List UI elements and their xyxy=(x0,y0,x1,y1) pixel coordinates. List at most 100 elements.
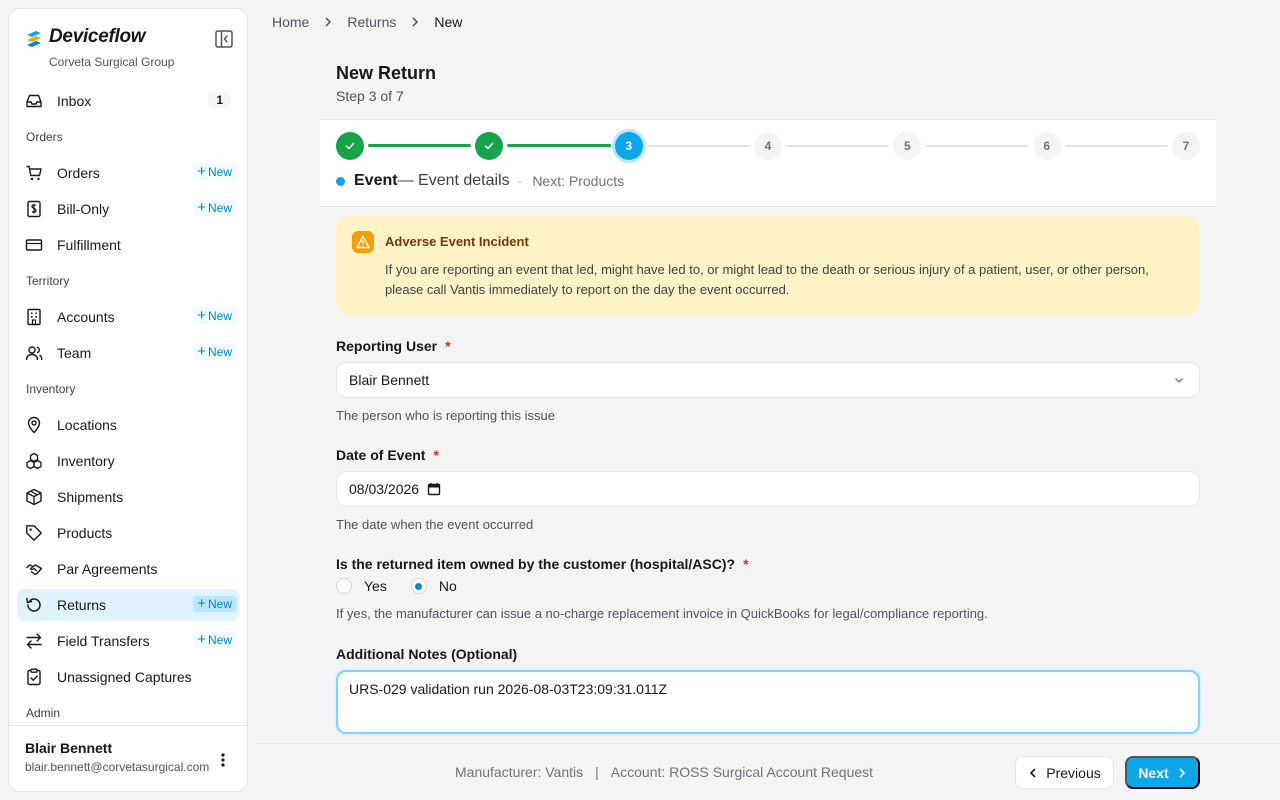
radio-option-yes[interactable]: Yes xyxy=(336,578,387,594)
sidebar-item-label: Accounts xyxy=(57,309,115,325)
new-team-button[interactable]: + New xyxy=(193,344,237,360)
tag-icon xyxy=(25,524,43,542)
sidebar-item-team[interactable]: Team + New xyxy=(17,337,239,369)
step-6: 6 xyxy=(1032,132,1061,160)
new-accounts-button[interactable]: + New xyxy=(193,308,237,324)
nav-section-orders: Orders xyxy=(26,130,63,144)
user-profile[interactable]: Blair Bennett blair.bennett@corvetasurgi… xyxy=(9,725,247,791)
package-icon xyxy=(25,488,43,506)
date-of-event-input[interactable]: 08/03/2026 xyxy=(336,471,1200,507)
new-orders-button[interactable]: + New xyxy=(193,164,237,180)
sidebar-item-fulfillment[interactable]: Fulfillment xyxy=(17,229,239,261)
notes-textarea[interactable]: URS-029 validation run 2026-08-03T23:09:… xyxy=(336,670,1200,734)
footer-divider: | xyxy=(595,764,599,780)
breadcrumb-current: New xyxy=(434,14,463,30)
new-returns-button[interactable]: + New xyxy=(193,596,237,612)
chevron-right-icon xyxy=(1179,767,1185,778)
step-separator: · xyxy=(517,173,523,189)
plus-icon: + xyxy=(197,307,206,324)
chevron-left-icon xyxy=(1030,767,1036,778)
deviceflow-logo-icon xyxy=(27,31,41,47)
breadcrumb-returns[interactable]: Returns xyxy=(347,14,396,30)
step-connector xyxy=(1064,145,1168,147)
sidebar-item-unassigned-captures[interactable]: Unassigned Captures xyxy=(17,661,239,693)
more-vertical-icon[interactable] xyxy=(211,748,235,772)
sidebar-item-label: Field Transfers xyxy=(57,633,150,649)
new-label: New xyxy=(207,597,232,611)
handshake-icon xyxy=(25,560,43,578)
current-step-dot xyxy=(336,176,345,186)
reporting-user-help: The person who is reporting this issue xyxy=(336,408,555,423)
calendar-icon[interactable] xyxy=(427,482,441,496)
org-name: Corveta Surgical Group xyxy=(49,55,175,69)
new-field-transfers-button[interactable]: + New xyxy=(193,632,237,648)
radio-yes[interactable] xyxy=(336,578,352,594)
breadcrumb: Home Returns New xyxy=(272,14,462,30)
sidebar: Deviceflow Corveta Surgical Group Inbox 1… xyxy=(8,8,248,792)
plus-icon: + xyxy=(197,343,206,360)
nav-section-territory: Territory xyxy=(26,274,70,288)
radio-yes-label: Yes xyxy=(364,578,387,594)
sidebar-item-inventory[interactable]: Inventory xyxy=(17,445,239,477)
sidebar-item-orders[interactable]: Orders + New xyxy=(17,157,239,189)
form-footer: Manufacturer: Vantis | Account: ROSS Sur… xyxy=(256,743,1280,800)
sidebar-item-par-agreements[interactable]: Par Agreements xyxy=(17,553,239,585)
count-badge: 1 xyxy=(208,92,231,108)
sidebar-item-locations[interactable]: Locations xyxy=(17,409,239,441)
reporting-user-select[interactable]: Blair Bennett xyxy=(336,362,1200,398)
required-marker: * xyxy=(445,338,451,354)
plus-icon: + xyxy=(197,595,206,612)
next-button[interactable]: Next xyxy=(1125,756,1200,789)
check-icon xyxy=(485,142,494,150)
date-of-event-value: 08/03/2026 xyxy=(349,481,420,497)
cart-icon xyxy=(25,164,43,182)
radio-option-no[interactable]: No xyxy=(410,578,457,594)
new-label: New xyxy=(207,633,232,647)
users-icon xyxy=(25,344,43,362)
breadcrumb-home[interactable]: Home xyxy=(272,14,309,30)
sidebar-item-label: Unassigned Captures xyxy=(57,669,192,685)
sidebar-item-label: Locations xyxy=(57,417,117,433)
footer-account: Account: ROSS Surgical Account Request xyxy=(610,764,874,780)
sidebar-item-products[interactable]: Products xyxy=(17,517,239,549)
collapse-sidebar-icon[interactable] xyxy=(213,28,235,50)
sidebar-item-label: Orders xyxy=(57,165,100,181)
page-step: Step 3 of 7 xyxy=(336,88,404,104)
new-bill-only-button[interactable]: + New xyxy=(193,200,237,216)
step-track: 3 4 5 6 7 xyxy=(336,132,1200,160)
new-label: New xyxy=(207,309,232,323)
radio-no-label: No xyxy=(438,578,457,594)
radio-no[interactable] xyxy=(410,578,427,594)
sidebar-item-bill-only[interactable]: Bill-Only + New xyxy=(17,193,239,225)
boxes-icon xyxy=(25,452,43,470)
plus-icon: + xyxy=(197,163,206,180)
previous-label: Previous xyxy=(1046,764,1101,781)
previous-button[interactable]: Previous xyxy=(1015,756,1114,789)
notes-label: Additional Notes (Optional) xyxy=(336,646,518,662)
customer-owned-label: Is the returned item owned by the custom… xyxy=(336,556,749,572)
plus-icon: + xyxy=(197,199,206,216)
user-email: blair.bennett@corvetasurgical.com xyxy=(25,760,210,774)
step-2 xyxy=(475,132,504,160)
new-label: New xyxy=(207,165,232,179)
check-icon xyxy=(345,142,355,150)
sidebar-item-accounts[interactable]: Accounts + New xyxy=(17,301,239,333)
current-step-desc: — Event details xyxy=(397,172,510,189)
brand-name: Deviceflow xyxy=(49,26,146,47)
new-return-form: New Return Step 3 of 7 3 4 5 6 7 Event — Eve… xyxy=(320,52,1216,744)
reporting-user-value: Blair Bennett xyxy=(349,372,430,388)
warning-icon xyxy=(352,231,374,253)
new-label: New xyxy=(207,345,232,359)
required-marker: * xyxy=(433,447,439,463)
chevron-right-icon xyxy=(323,17,333,27)
transfer-icon xyxy=(25,632,43,650)
sidebar-item-label: Inbox xyxy=(57,93,92,109)
sidebar-item-label: Shipments xyxy=(57,489,124,505)
sidebar-item-returns[interactable]: Returns + New xyxy=(17,589,239,621)
reporting-user-label: Reporting User * xyxy=(336,338,451,354)
date-of-event-help: The date when the event occurred xyxy=(336,517,534,532)
sidebar-item-field-transfers[interactable]: Field Transfers + New xyxy=(17,625,239,657)
sidebar-item-inbox[interactable]: Inbox 1 xyxy=(17,85,239,117)
receipt-icon xyxy=(25,200,43,218)
sidebar-item-shipments[interactable]: Shipments xyxy=(17,481,239,513)
